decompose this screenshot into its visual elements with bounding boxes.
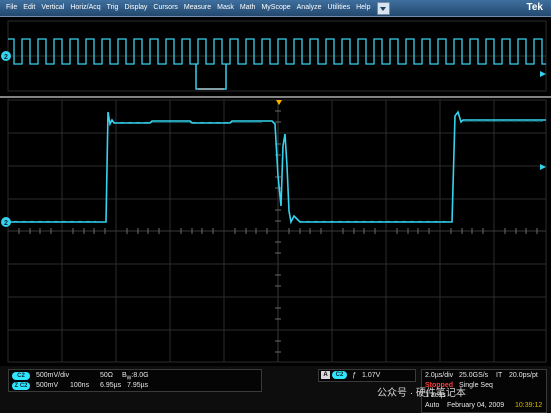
bw-value: :8.0G: [131, 372, 149, 379]
zoom-t2: 7.95µs: [127, 382, 149, 389]
ch2-marker-top-label: 2: [4, 54, 8, 61]
trigger-readout[interactable]: A C2 ƒ 1.07V: [318, 369, 416, 382]
zoom-badge: Z C2: [12, 382, 30, 390]
ch2-badge: C2: [12, 372, 30, 380]
trigger-slope-icon: ƒ: [352, 372, 356, 379]
trigger-level: 1.07V: [362, 372, 381, 379]
acq-mode: IT: [496, 372, 503, 379]
trigger-source-badge: A: [321, 371, 330, 379]
trigger-position-icon[interactable]: [276, 100, 282, 105]
menu-measure[interactable]: Measure: [181, 0, 214, 16]
date-readout: February 04, 2009: [447, 402, 505, 409]
zoom-time: 100ns: [70, 382, 90, 389]
menu-horiz-acq[interactable]: Horiz/Acq: [67, 0, 103, 16]
zoom-t1: 6.95µs: [100, 382, 122, 389]
readout-panel: C2 500mV/div 50Ω BW:8.0G Z C2 500mV 100n…: [0, 366, 551, 413]
menu-utilities[interactable]: Utilities: [325, 0, 354, 16]
ch2-marker-bottom[interactable]: 2: [1, 217, 11, 227]
ch2-scale: 500mV/div: [36, 372, 70, 379]
menu-vertical[interactable]: Vertical: [38, 0, 67, 16]
menu-edit[interactable]: Edit: [20, 0, 38, 16]
main-trace: [8, 110, 546, 225]
time-readout: 10:39:12: [515, 402, 543, 409]
ch2-readout[interactable]: C2 500mV/div 50Ω BW:8.0G Z C2 500mV 100n…: [8, 369, 262, 392]
ch2-impedance: 50Ω: [100, 372, 114, 379]
menu-analyze[interactable]: Analyze: [294, 0, 325, 16]
menu-trig[interactable]: Trig: [104, 0, 122, 16]
waveform-svg: 2 2: [0, 20, 551, 363]
trigger-level-icon[interactable]: [540, 164, 546, 170]
trigger-channel-badge: C2: [332, 371, 347, 379]
brand-logo: Tek: [526, 2, 544, 13]
ch2-marker-bottom-label: 2: [4, 220, 8, 227]
menu-dropdown-icon[interactable]: [376, 1, 390, 15]
horiz-scale: 2.0µs/div: [425, 372, 454, 379]
sample-rate: 25.0GS/s: [459, 372, 489, 379]
menu-display[interactable]: Display: [121, 0, 150, 16]
menu-help[interactable]: Help: [353, 0, 373, 16]
menu-list: File Edit Vertical Horiz/Acq Trig Displa…: [0, 0, 551, 16]
zoom-scale: 500mV: [36, 382, 59, 389]
menu-myscope[interactable]: MyScope: [258, 0, 293, 16]
waveform-display[interactable]: 2 2: [0, 16, 551, 366]
menu-file[interactable]: File: [3, 0, 20, 16]
watermark: 公众号 · 硬件笔记本: [377, 388, 466, 399]
ch2-marker-top[interactable]: 2: [1, 51, 11, 61]
resolution: 20.0ps/pt: [509, 372, 538, 379]
menu-cursors[interactable]: Cursors: [150, 0, 181, 16]
trigger-mode: Auto: [425, 402, 440, 409]
graticule: [7, 99, 547, 363]
menu-mask[interactable]: Mask: [214, 0, 237, 16]
menu-math[interactable]: Math: [237, 0, 259, 16]
menu-bar: File Edit Vertical Horiz/Acq Trig Displa…: [0, 0, 551, 17]
